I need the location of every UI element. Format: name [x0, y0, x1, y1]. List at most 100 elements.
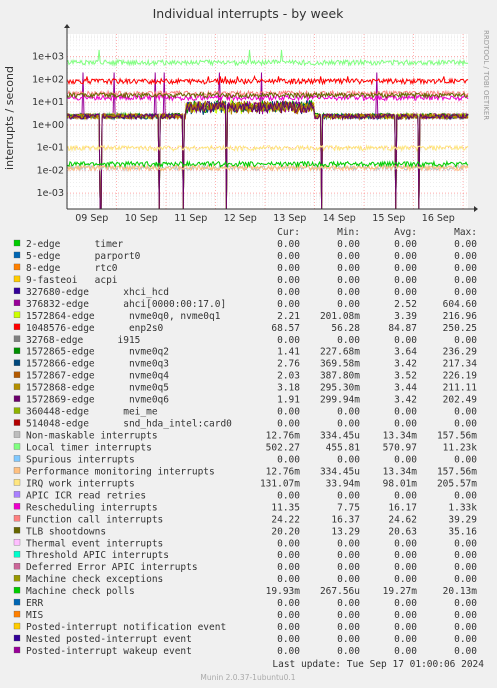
legend-cur-value: 0.00 [277, 251, 300, 262]
legend-avg-value: 98.01m [383, 478, 418, 489]
legend-name: Posted-interrupt notification event [26, 622, 226, 633]
legend-max-value: 20.13m [443, 586, 478, 597]
y-tick-label: 1e-03 [37, 188, 64, 199]
legend-swatch [13, 299, 21, 307]
legend-max-value: 0.00 [454, 407, 477, 418]
legend-avg-value: 19.27m [383, 586, 418, 597]
legend-cur-value: 0.00 [277, 299, 300, 310]
legend-name: 327680-edge xhci_hcd [26, 287, 169, 298]
legend-cur-value: 0.00 [277, 275, 300, 286]
legend-cur-value: 131.07m [260, 478, 300, 489]
legend-cur-value: 0.00 [277, 454, 300, 465]
legend-min-value: 0.00 [337, 610, 360, 621]
legend-min-value: 7.75 [337, 502, 360, 513]
legend-max-value: 0.00 [454, 538, 477, 549]
y-axis-label: interrupts / second [3, 66, 16, 170]
legend-max-value: 0.00 [454, 646, 477, 657]
legend-min-value: 0.00 [337, 419, 360, 430]
legend-cur-value: 2.03 [277, 371, 300, 382]
legend-cur-value: 19.93m [266, 586, 301, 597]
legend-swatch [13, 311, 21, 318]
legend-swatch [13, 622, 21, 630]
legend-swatch [13, 251, 21, 259]
legend-swatch [13, 515, 21, 522]
legend-max-value: 0.00 [454, 610, 477, 621]
legend-swatch [13, 491, 21, 498]
legend-swatch [13, 359, 21, 366]
legend-avg-value: 0.00 [394, 610, 417, 621]
x-tick-label: 09 Sep [75, 213, 108, 224]
legend-name: 1572864-edge nvme0q0, nvme0q1 [26, 311, 221, 322]
col-avg-header: Avg: [394, 227, 417, 238]
legend-name: Threshold APIC interrupts [26, 550, 169, 561]
y-tick-label: 1e+00 [32, 120, 64, 131]
legend-swatch [13, 371, 21, 378]
legend-min-value: 455.81 [326, 442, 361, 453]
legend-max-value: 217.34 [443, 359, 478, 370]
legend-min-value: 0.00 [337, 263, 360, 274]
legend-cur-value: 0.00 [277, 646, 300, 657]
legend-min-value: 0.00 [337, 239, 360, 250]
legend-min-value: 16.37 [331, 514, 360, 525]
legend-avg-value: 0.00 [394, 538, 417, 549]
legend-cur-value: 2.76 [277, 359, 300, 370]
legend-avg-value: 3.44 [394, 383, 417, 394]
legend-min-value: 227.68m [320, 347, 360, 358]
legend-max-value: 0.00 [454, 251, 477, 262]
legend-min-value: 0.00 [337, 299, 360, 310]
legend-name: Spurious interrupts [26, 454, 135, 465]
legend-max-value: 0.00 [454, 562, 477, 573]
legend-name: MIS [26, 610, 43, 621]
legend-cur-value: 12.76m [266, 431, 301, 442]
legend-cur-value: 0.00 [277, 538, 300, 549]
legend-swatch [13, 539, 21, 546]
legend-swatch [13, 335, 21, 342]
legend-max-value: 11.23k [443, 442, 478, 453]
legend-swatch [13, 575, 21, 582]
legend-cur-value: 24.22 [271, 514, 300, 525]
legend-name: 1048576-edge enp2s0 [26, 323, 164, 334]
legend-name: 5-edge parport0 [26, 251, 141, 262]
legend-name: 1572868-edge nvme0q5 [26, 383, 169, 394]
legend-avg-value: 0.00 [394, 239, 417, 250]
legend-cur-value: 3.18 [277, 383, 300, 394]
legend-max-value: 0.00 [454, 550, 477, 561]
legend-max-value: 205.57m [437, 478, 477, 489]
x-tick-label: 13 Sep [273, 213, 306, 224]
legend-name: 8-edge rtc0 [26, 263, 118, 274]
legend-swatch [13, 610, 21, 618]
legend-swatch [13, 563, 21, 570]
legend-name: Local timer interrupts [26, 442, 152, 453]
legend-swatch [13, 239, 21, 247]
legend-cur-value: 0.00 [277, 598, 300, 609]
legend-name: 376832-edge ahci[0000:00:17.0] [26, 299, 226, 310]
y-tick-label: 1e+02 [32, 74, 64, 85]
legend-min-value: 0.00 [337, 454, 360, 465]
legend-min-value: 0.00 [337, 407, 360, 418]
legend-avg-value: 0.00 [394, 562, 417, 573]
legend-name: Deferred Error APIC interrupts [26, 562, 198, 573]
legend-min-value: 0.00 [337, 287, 360, 298]
legend-max-value: 157.56m [437, 431, 477, 442]
legend-swatch [13, 323, 21, 330]
legend-swatch [13, 503, 21, 510]
chart-title: Individual interrupts - by week [153, 6, 345, 21]
legend-cur-value: 502.27 [266, 442, 300, 453]
legend-avg-value: 3.39 [394, 311, 417, 322]
legend-swatch [13, 287, 21, 295]
legend-min-value: 33.94m [326, 478, 361, 489]
legend-max-value: 211.11 [443, 383, 478, 394]
legend-avg-value: 0.00 [394, 454, 417, 465]
legend-avg-value: 0.00 [394, 407, 417, 418]
legend-avg-value: 0.00 [394, 287, 417, 298]
legend-name: TLB shootdowns [26, 526, 106, 537]
legend-cur-value: 0.00 [277, 634, 300, 645]
legend-swatch [13, 431, 21, 438]
legend-min-value: 0.00 [337, 634, 360, 645]
legend-max-value: 39.29 [448, 514, 477, 525]
legend-max-value: 236.29 [443, 347, 478, 358]
legend-min-value: 0.00 [337, 251, 360, 262]
legend-name: Machine check exceptions [26, 574, 163, 585]
legend-cur-value: 0.00 [277, 287, 300, 298]
legend-swatch [13, 443, 21, 450]
